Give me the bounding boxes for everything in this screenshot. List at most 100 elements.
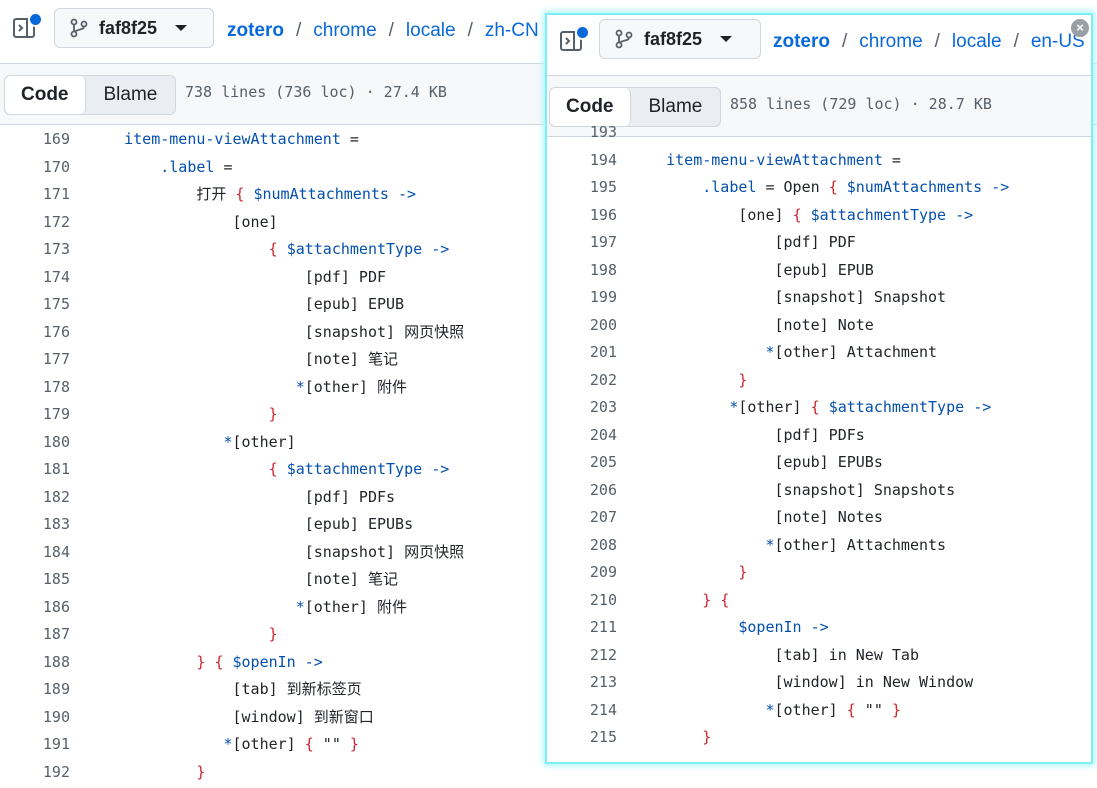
line-code: [pdf] PDF xyxy=(630,233,856,251)
line-number[interactable]: 195 xyxy=(547,174,617,202)
view-toggle: Code Blame xyxy=(4,75,177,115)
line-code: item-menu-viewAttachment = xyxy=(666,150,901,169)
line-number[interactable]: 191 xyxy=(0,731,70,759)
line-number[interactable]: 199 xyxy=(547,284,617,312)
line-code: [pdf] PDF xyxy=(88,267,387,286)
line-code: [tab] in New Tab xyxy=(630,645,919,664)
line-number[interactable]: 201 xyxy=(547,339,617,367)
line-code: [pdf] PDFs xyxy=(88,487,396,506)
code-line: 200 [note] Note xyxy=(547,312,1091,340)
code-line: 194 item-menu-viewAttachment = xyxy=(547,147,1091,175)
breadcrumb-chrome[interactable]: chrome xyxy=(859,31,922,52)
sidebar-expand-button[interactable] xyxy=(12,12,43,44)
line-number[interactable]: 173 xyxy=(0,236,70,264)
line-number[interactable]: 189 xyxy=(0,676,70,704)
line-number[interactable]: 179 xyxy=(0,401,70,429)
close-icon[interactable]: × xyxy=(1071,19,1089,37)
line-code: } xyxy=(268,405,278,423)
line-number[interactable]: 181 xyxy=(0,456,70,484)
breadcrumb-chrome[interactable]: chrome xyxy=(313,20,376,41)
line-code: } { $openIn -> xyxy=(196,652,323,671)
breadcrumb-repo[interactable]: zotero xyxy=(227,20,284,41)
code-line: 215 } xyxy=(547,724,1091,752)
line-code: [snapshot] 网页快照 xyxy=(88,542,465,561)
line-number[interactable]: 182 xyxy=(0,484,70,512)
line-number[interactable]: 188 xyxy=(0,649,70,677)
line-code: *[other] { $attachmentType -> xyxy=(729,398,992,416)
line-code: [window] in New Window xyxy=(630,673,974,691)
breadcrumb-repo[interactable]: zotero xyxy=(773,31,830,52)
line-number[interactable]: 197 xyxy=(547,229,617,257)
tab-blame[interactable]: Blame xyxy=(86,76,176,114)
line-code: *[other] { "" } xyxy=(765,700,901,719)
line-number[interactable]: 170 xyxy=(0,154,70,182)
line-code: [tab] 到新标签页 xyxy=(88,680,362,698)
breadcrumb-locale[interactable]: locale xyxy=(406,20,456,41)
code-line: 204 [pdf] PDFs xyxy=(547,422,1091,450)
line-code: } xyxy=(268,625,278,643)
line-code: } xyxy=(702,728,712,746)
line-code: [note] 笔记 xyxy=(88,350,398,368)
line-code: *[other] Attachment xyxy=(765,343,938,361)
line-number[interactable]: 202 xyxy=(547,367,617,395)
code-line: 202 } xyxy=(547,367,1091,395)
line-number[interactable]: 192 xyxy=(0,759,70,787)
chevron-down-icon xyxy=(720,36,733,42)
line-number[interactable]: 206 xyxy=(547,477,617,505)
line-number[interactable]: 196 xyxy=(547,202,617,230)
breadcrumb-folder[interactable]: zh-CN xyxy=(485,20,539,41)
line-code: [pdf] PDFs xyxy=(630,425,865,444)
code-line: 195 .label = Open { $numAttachments -> xyxy=(547,174,1091,202)
code-line: 207 [note] Notes xyxy=(547,504,1091,532)
line-number[interactable]: 208 xyxy=(547,532,617,560)
line-number[interactable]: 203 xyxy=(547,394,617,422)
branch-selector[interactable]: faf8f25 xyxy=(599,19,761,59)
line-number[interactable]: 177 xyxy=(0,346,70,374)
sidebar-expand-button[interactable] xyxy=(559,25,590,57)
line-number[interactable]: 186 xyxy=(0,594,70,622)
line-number[interactable]: 210 xyxy=(547,587,617,615)
line-number[interactable]: 180 xyxy=(0,429,70,457)
line-number[interactable]: 213 xyxy=(547,669,617,697)
line-number[interactable]: 200 xyxy=(547,312,617,340)
line-number[interactable]: 214 xyxy=(547,697,617,725)
code-line: 206 [snapshot] Snapshots xyxy=(547,477,1091,505)
line-code: [snapshot] Snapshots xyxy=(630,480,956,499)
line-number[interactable]: 175 xyxy=(0,291,70,319)
line-number[interactable]: 183 xyxy=(0,511,70,539)
line-code: *[other] { "" } xyxy=(223,735,359,753)
branch-selector[interactable]: faf8f25 xyxy=(54,8,214,48)
line-code: } xyxy=(196,762,206,781)
line-number[interactable]: 184 xyxy=(0,539,70,567)
line-code: 打开 { $numAttachments -> xyxy=(88,185,417,203)
line-number[interactable]: 207 xyxy=(547,504,617,532)
line-number[interactable]: 209 xyxy=(547,559,617,587)
code-line: 212 [tab] in New Tab xyxy=(547,642,1091,670)
line-number[interactable]: 169 xyxy=(0,126,70,154)
line-number[interactable]: 215 xyxy=(547,724,617,752)
line-code: [window] 到新窗口 xyxy=(88,707,374,726)
line-number[interactable]: 198 xyxy=(547,257,617,285)
line-number[interactable]: 172 xyxy=(0,209,70,237)
line-number[interactable]: 171 xyxy=(0,181,70,209)
tab-code[interactable]: Code xyxy=(5,76,86,114)
line-code: [epub] EPUBs xyxy=(630,453,883,471)
line-number[interactable]: 190 xyxy=(0,704,70,732)
line-number[interactable]: 176 xyxy=(0,319,70,347)
line-number[interactable]: 204 xyxy=(547,422,617,450)
line-number[interactable]: 194 xyxy=(547,147,617,175)
code-line: 201 *[other] Attachment xyxy=(547,339,1091,367)
line-number[interactable]: 193 xyxy=(547,119,617,147)
file-stats: 738 lines (736 loc) · 27.4 KB xyxy=(185,83,447,101)
breadcrumb-locale[interactable]: locale xyxy=(952,31,1002,52)
line-number[interactable]: 187 xyxy=(0,621,70,649)
line-number[interactable]: 185 xyxy=(0,566,70,594)
line-code: [epub] EPUBs xyxy=(88,515,414,533)
line-number[interactable]: 211 xyxy=(547,614,617,642)
code-line: 214 *[other] { "" } xyxy=(547,697,1091,725)
line-number[interactable]: 178 xyxy=(0,374,70,402)
line-number[interactable]: 212 xyxy=(547,642,617,670)
line-number[interactable]: 205 xyxy=(547,449,617,477)
file-header: faf8f25 zotero / chrome / locale / en-US × xyxy=(547,15,1091,77)
line-number[interactable]: 174 xyxy=(0,264,70,292)
